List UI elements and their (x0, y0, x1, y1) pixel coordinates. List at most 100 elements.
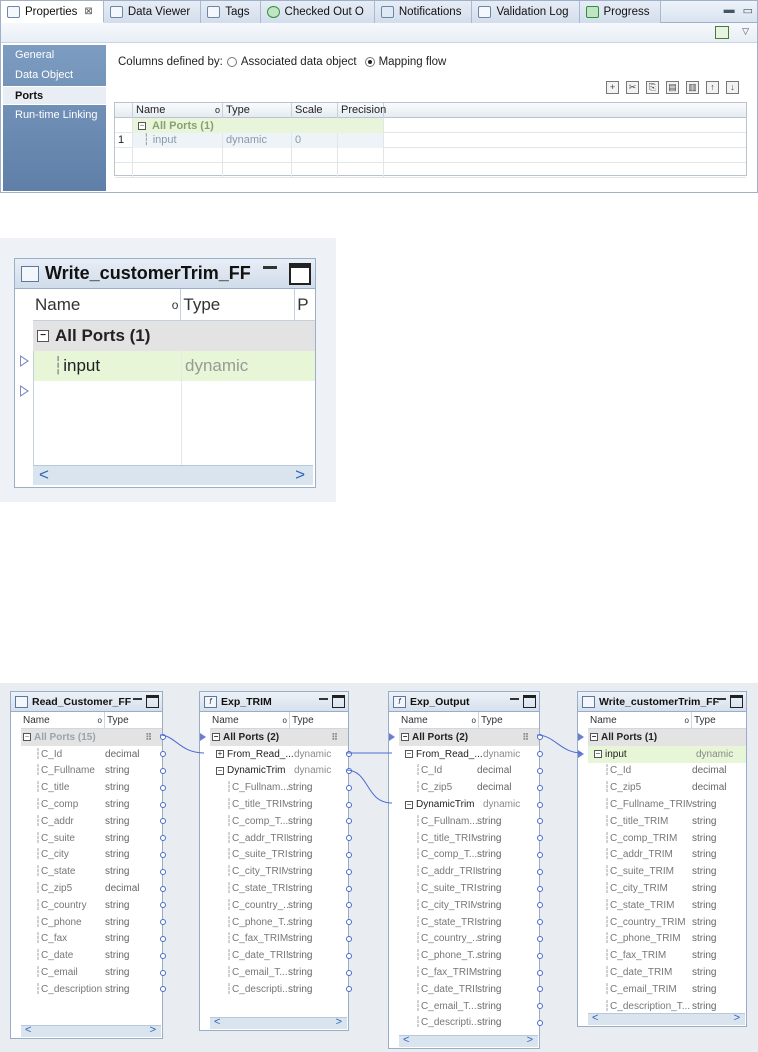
output-port-icon[interactable] (160, 734, 166, 741)
output-port-icon[interactable] (160, 784, 166, 791)
expand-icon[interactable]: + (216, 750, 224, 759)
port-row[interactable]: ┆ C_comp_TRIM string (588, 830, 746, 847)
column-header-scale[interactable]: Scale (292, 103, 338, 118)
maximize-icon[interactable]: ▭ (743, 4, 753, 17)
column-header-name[interactable]: Name o (588, 712, 692, 728)
horizontal-scrollbar[interactable]: < > (210, 1016, 347, 1029)
output-port-icon[interactable] (346, 885, 352, 892)
output-port-icon[interactable] (160, 751, 166, 758)
minimize-icon[interactable] (133, 697, 142, 700)
output-port-icon[interactable] (346, 851, 352, 858)
output-port-icon[interactable] (346, 835, 352, 842)
output-port-icon[interactable] (346, 868, 352, 875)
port-row[interactable]: ┆ C_Id decimal (21, 746, 166, 763)
port-row[interactable]: ┆ C_phone string (21, 914, 166, 931)
port-row[interactable]: ┆ C_Fullname string (21, 763, 166, 780)
view-menu-icon[interactable]: ▽ (742, 26, 749, 37)
port-row[interactable]: ┆ C_title_TRIM string (399, 830, 543, 847)
drag-handle-icon[interactable]: ⠿ (522, 732, 528, 743)
port-row[interactable]: ┆C_state_TRI...string (210, 880, 352, 897)
column-header-name[interactable]: Name o (133, 103, 223, 118)
port-scale-cell[interactable]: 0 (292, 133, 338, 148)
port-row[interactable]: ┆ C_fax_TRIM string (399, 964, 543, 981)
output-port-icon[interactable] (160, 818, 166, 825)
column-header-type[interactable]: Type (692, 712, 746, 728)
tab-validation-log[interactable]: Validation Log (472, 1, 580, 23)
output-port-icon[interactable] (160, 868, 166, 875)
horizontal-scrollbar[interactable]: < > (21, 1024, 161, 1037)
port-row[interactable]: ┆ C_city_TRIM string (588, 880, 746, 897)
output-port-icon[interactable] (160, 952, 166, 959)
port-type-cell[interactable]: dynamic (223, 133, 292, 148)
collapse-icon[interactable]: − (216, 766, 224, 775)
port-row[interactable]: ┆ C_fax_TRIM string (588, 947, 746, 964)
output-port-icon[interactable] (346, 767, 352, 774)
port-row[interactable]: ┆input dynamic (33, 351, 315, 381)
copy-icon[interactable]: ⎘ (646, 81, 659, 94)
tab-checked-out[interactable]: Checked Out O (260, 1, 375, 23)
port-row[interactable]: ┆ C_city_TRIM string (399, 897, 543, 914)
port-row[interactable]: ┆ C_email_TRIM string (588, 981, 746, 998)
port-row[interactable]: ┆ C_title string (21, 779, 166, 796)
column-header-precision[interactable]: P (295, 289, 315, 320)
port-row[interactable]: ┆ C_Fullname_TRIM string (588, 796, 746, 813)
column-header-type[interactable]: Type (181, 289, 296, 320)
tab-notifications[interactable]: Notifications (374, 1, 473, 23)
port-row[interactable]: ┆ C_date string (21, 947, 166, 964)
group-row[interactable]: − All Ports (2) ⠿ (389, 729, 543, 746)
column-header-type[interactable]: Type (223, 103, 292, 118)
port-row[interactable]: ┆ C_state string (21, 863, 166, 880)
port-row[interactable]: ┆ C_Fullnam... string (399, 813, 543, 830)
output-port-icon[interactable] (346, 751, 352, 758)
port-row[interactable]: ┆ C_descripti... string (399, 1015, 543, 1032)
exp-trim-object[interactable]: f Exp_TRIM Name o Type − All Ports (2) ⠿ … (199, 691, 352, 1031)
port-row[interactable]: ┆ C_suite string (21, 830, 166, 847)
output-port-icon[interactable] (537, 767, 543, 774)
port-row[interactable]: ┆ C_title_TRIM string (588, 813, 746, 830)
sidebar-item-data-object[interactable]: Data Object (3, 66, 106, 85)
maximize-icon[interactable] (730, 695, 743, 708)
horizontal-scrollbar[interactable]: < > (399, 1034, 538, 1047)
collapse-icon[interactable]: − (590, 733, 598, 742)
group-row[interactable]: − All Ports (2) ⠿ (200, 729, 348, 746)
output-port-icon[interactable] (537, 751, 543, 758)
output-port-icon[interactable] (537, 902, 543, 909)
collapse-icon[interactable]: − (405, 750, 413, 759)
column-header-name[interactable]: Name o (399, 712, 479, 728)
input-port-icon[interactable] (578, 750, 584, 759)
port-row[interactable]: ┆ C_country string (21, 897, 166, 914)
port-row[interactable]: ┆C_addr_TRIMstring (210, 830, 352, 847)
port-row[interactable]: ┆ C_email_T... string (210, 964, 352, 981)
column-header-type[interactable]: Type (290, 712, 345, 728)
output-port-icon[interactable] (160, 767, 166, 774)
port-group-row[interactable]: + From_Read_... dynamic (210, 746, 352, 763)
maximize-icon[interactable] (523, 695, 536, 708)
output-port-icon[interactable] (537, 1003, 543, 1010)
object-title-bar[interactable]: Write_customerTrim_FF (578, 692, 746, 712)
horizontal-scrollbar[interactable]: < > (588, 1012, 745, 1025)
port-row[interactable]: ┆ C_state_TRIM string (588, 897, 746, 914)
port-row[interactable]: ┆ C_comp_T... string (399, 847, 543, 864)
port-group-row[interactable]: − DynamicTrim dynamic (210, 763, 352, 780)
sidebar-item-runtime-linking[interactable]: Run-time Linking (3, 106, 106, 125)
input-port-icon[interactable] (578, 733, 584, 742)
port-row[interactable]: ┆ C_comp_T... string (210, 813, 352, 830)
port-row[interactable]: ┆C_date_TRIMstring (588, 964, 746, 981)
minimize-icon[interactable]: ▬ (724, 4, 735, 17)
port-row[interactable]: ┆ C_Id decimal (588, 763, 746, 780)
output-port-icon[interactable] (537, 851, 543, 858)
write-object-box[interactable]: Write_customerTrim_FF Name o Type P − Al… (14, 258, 316, 488)
output-port-icon[interactable] (537, 801, 543, 808)
output-port-icon[interactable] (346, 919, 352, 926)
minimize-icon[interactable] (510, 697, 519, 700)
output-port-icon[interactable] (537, 734, 543, 741)
mapping-canvas[interactable]: Read_Customer_FF Name o Type − All Ports … (0, 683, 758, 1052)
output-port-icon[interactable] (537, 818, 543, 825)
input-link-icon[interactable] (20, 385, 29, 397)
group-row[interactable]: − All Ports (15) ⠿ (21, 729, 166, 746)
port-row[interactable]: ┆ C_email_T... string (399, 998, 543, 1015)
port-row[interactable]: ┆ C_phone_T... string (399, 947, 543, 964)
port-row[interactable]: ┆C_suite_TRI...string (399, 880, 543, 897)
port-row[interactable]: ┆C_state_TRI...string (399, 914, 543, 931)
column-header-name[interactable]: Name o (21, 712, 105, 728)
